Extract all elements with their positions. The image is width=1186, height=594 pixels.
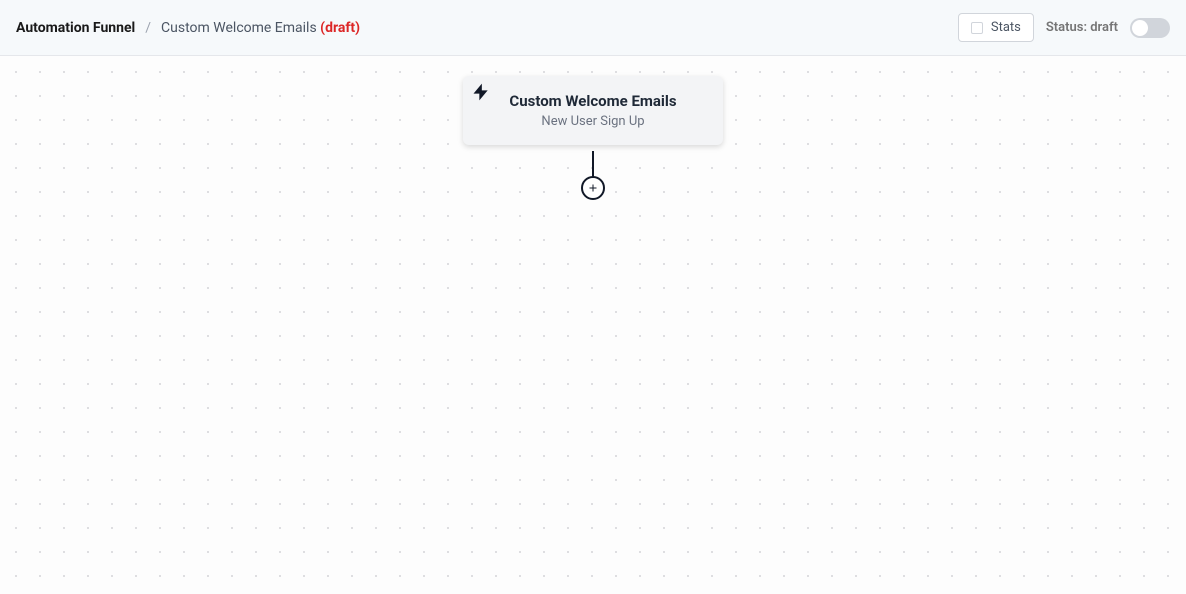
header-right: Stats Status: draft: [958, 13, 1170, 42]
status-toggle[interactable]: [1130, 18, 1170, 38]
breadcrumb-separator: /: [145, 20, 151, 36]
funnel-canvas[interactable]: Custom Welcome Emails New User Sign Up: [0, 56, 1186, 594]
node-subtitle: New User Sign Up: [483, 114, 703, 129]
plus-icon: [587, 182, 599, 194]
stats-checkbox-icon: [971, 22, 983, 34]
connector-line: [592, 151, 594, 179]
add-step-button[interactable]: [581, 176, 605, 200]
breadcrumb: Automation Funnel / Custom Welcome Email…: [16, 20, 360, 36]
breadcrumb-status-suffix: (draft): [320, 20, 360, 36]
stats-button[interactable]: Stats: [958, 13, 1034, 42]
breadcrumb-root[interactable]: Automation Funnel: [16, 20, 135, 36]
stats-label: Stats: [991, 20, 1021, 35]
header-bar: Automation Funnel / Custom Welcome Email…: [0, 0, 1186, 56]
status-label: Status: draft: [1046, 20, 1118, 35]
breadcrumb-current-wrap: Custom Welcome Emails (draft): [161, 20, 360, 36]
breadcrumb-current: Custom Welcome Emails: [161, 20, 317, 36]
toggle-knob: [1132, 20, 1148, 36]
lightning-icon: [471, 82, 491, 106]
trigger-node[interactable]: Custom Welcome Emails New User Sign Up: [463, 76, 723, 145]
node-title: Custom Welcome Emails: [483, 92, 703, 110]
